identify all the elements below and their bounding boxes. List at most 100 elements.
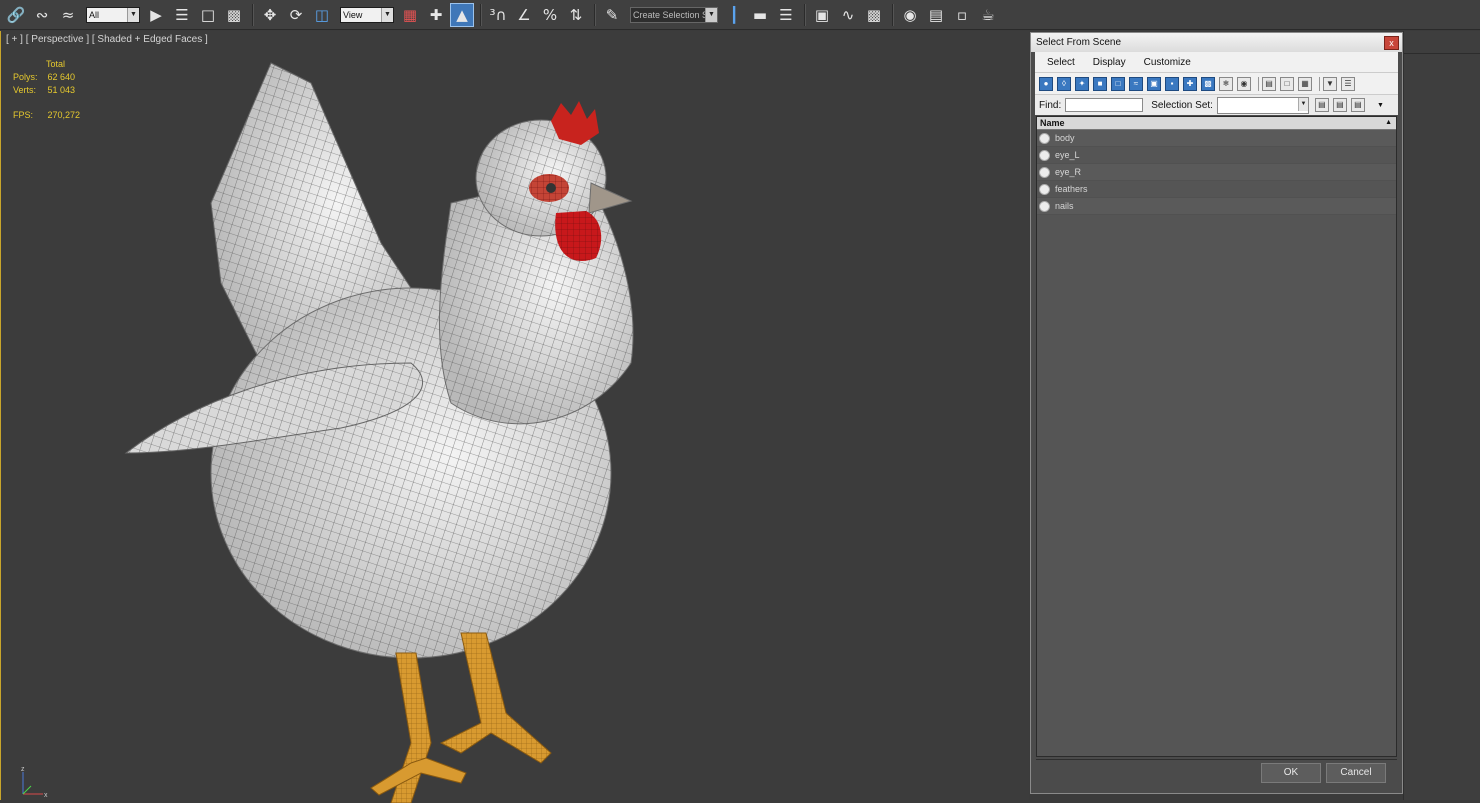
render-production-icon[interactable]: ☕ xyxy=(976,3,1000,27)
snaps-toggle-icon[interactable]: ³∩ xyxy=(486,3,510,27)
stats-verts-value: 51 043 xyxy=(47,85,76,95)
toolbar-divider xyxy=(480,3,482,26)
list-item-label: eye_L xyxy=(1055,150,1080,160)
axis-x-label: x xyxy=(44,792,48,799)
select-manipulate-icon[interactable]: ✚ xyxy=(424,3,448,27)
rectangular-region-icon[interactable]: □ xyxy=(196,3,220,27)
display-containers-icon[interactable]: ▩ xyxy=(1201,76,1215,91)
render-setup-icon[interactable]: ▤ xyxy=(924,3,948,27)
ok-button[interactable]: OK xyxy=(1261,763,1321,783)
stats-polys-label: Polys: xyxy=(13,72,38,82)
chevron-down-icon: ▼ xyxy=(705,7,717,22)
named-selection-set-dropdown[interactable]: Create Selection Se ▼ xyxy=(630,6,718,23)
perspective-viewport[interactable]: [ + ] [ Perspective ] [ Shaded + Edged F… xyxy=(0,31,1029,803)
display-shapes-icon[interactable]: ◊ xyxy=(1057,76,1071,91)
remove-from-selection-set-icon[interactable]: ▤ xyxy=(1350,98,1365,112)
display-spacewarps-icon[interactable]: ≈ xyxy=(1129,76,1143,91)
selection-set-dropdown[interactable]: ▼ xyxy=(1216,96,1309,114)
geometry-object-icon xyxy=(1039,149,1050,161)
select-all-icon[interactable]: ▤ xyxy=(1262,76,1276,91)
percent-snap-icon[interactable]: % xyxy=(538,3,562,27)
select-invert-icon[interactable]: ▦ xyxy=(1298,76,1312,91)
stats-polys-value: 62 640 xyxy=(47,72,76,82)
find-input[interactable] xyxy=(1065,98,1144,112)
select-by-name-icon[interactable]: ☰ xyxy=(170,3,194,27)
geometry-object-icon xyxy=(1039,132,1050,144)
list-item[interactable]: eye_L xyxy=(1037,147,1396,164)
menu-display[interactable]: Display xyxy=(1093,57,1126,68)
toolbar-divider xyxy=(804,3,806,26)
chevron-down-icon: ▼ xyxy=(1297,97,1308,111)
cancel-button[interactable]: Cancel xyxy=(1326,763,1386,783)
main-toolbar: 🔗 ∾ ≈ All ▼ ▶ ☰ □ ▩ ✥ ⟳ ◫ View ▼ ▦ ✚ ▲ ³… xyxy=(0,0,1480,30)
unlink-icon[interactable]: ∾ xyxy=(30,3,54,27)
edit-named-selection-icon[interactable]: ✎ xyxy=(600,3,624,27)
keyboard-shortcut-icon[interactable]: ▲ xyxy=(450,2,474,27)
display-frozen-icon[interactable]: ❄ xyxy=(1219,76,1233,91)
pivot-center-icon[interactable]: ▦ xyxy=(398,3,422,27)
rendered-frame-window-icon[interactable]: ▫ xyxy=(950,3,974,27)
scale-icon[interactable]: ◫ xyxy=(310,3,334,27)
stats-total-label: Total xyxy=(46,59,66,69)
add-to-selection-set-icon[interactable]: ▤ xyxy=(1332,98,1347,112)
dialog-title-bar[interactable]: Select From Scene x xyxy=(1031,33,1402,52)
schematic-view-icon[interactable]: ▩ xyxy=(862,3,886,27)
angle-snap-icon[interactable]: ∠ xyxy=(512,3,536,27)
layer-manager-icon[interactable]: ☰ xyxy=(774,3,798,27)
dialog-footer: OK Cancel xyxy=(1036,759,1397,790)
mirror-icon[interactable]: ┃ xyxy=(722,3,746,27)
material-editor-icon[interactable]: ◉ xyxy=(898,3,922,27)
dialog-menu-bar: Select Display Customize xyxy=(1035,52,1398,72)
display-helpers-icon[interactable]: □ xyxy=(1111,76,1125,91)
find-row: Find: Selection Set: ▼ ▤ ▤ ▤ ▼ xyxy=(1035,94,1398,115)
axis-tripod-icon: z x xyxy=(21,766,48,799)
sort-ascending-icon: ▲ xyxy=(1385,119,1392,126)
reference-coordinate-value: View xyxy=(343,9,363,20)
menu-select[interactable]: Select xyxy=(1047,57,1075,68)
move-icon[interactable]: ✥ xyxy=(258,3,282,27)
rotate-icon[interactable]: ⟳ xyxy=(284,3,308,27)
graphite-tools-icon[interactable]: ▣ xyxy=(810,3,834,27)
list-item-label: eye_R xyxy=(1055,167,1082,177)
selection-set-label: Selection Set: xyxy=(1151,99,1213,111)
bind-space-warp-icon[interactable]: ≈ xyxy=(56,3,80,27)
toolbar-divider xyxy=(594,3,596,26)
chicken-model[interactable] xyxy=(111,43,671,803)
window-crossing-icon[interactable]: ▩ xyxy=(222,3,246,27)
select-none-icon[interactable]: □ xyxy=(1280,76,1294,91)
spinner-snap-icon[interactable]: ⇅ xyxy=(564,3,588,27)
axis-z-label: z xyxy=(21,766,25,773)
close-button[interactable]: x xyxy=(1384,36,1399,50)
stats-verts-label: Verts: xyxy=(13,85,37,95)
scene-object-list[interactable]: Name ▲ body eye_L eye_R feathers nails xyxy=(1036,116,1397,757)
display-lights-icon[interactable]: ✦ xyxy=(1075,76,1089,91)
reference-coordinate-dropdown[interactable]: View ▼ xyxy=(340,6,394,23)
filter-settings-icon[interactable]: ☰ xyxy=(1341,76,1355,91)
filter-icon[interactable]: ▼ xyxy=(1323,76,1337,91)
list-item[interactable]: nails xyxy=(1037,198,1396,215)
list-item-label: body xyxy=(1055,133,1075,143)
display-groups-icon[interactable]: ▣ xyxy=(1147,76,1161,91)
dialog-title: Select From Scene xyxy=(1036,37,1122,48)
menu-customize[interactable]: Customize xyxy=(1144,57,1191,68)
display-bones-icon[interactable]: ✚ xyxy=(1183,76,1197,91)
chevron-down-icon[interactable]: ▼ xyxy=(1377,102,1384,109)
named-selection-set-value: Create Selection Se xyxy=(633,9,714,20)
list-item[interactable]: body xyxy=(1037,130,1396,147)
list-header-name[interactable]: Name ▲ xyxy=(1037,117,1396,130)
column-name-label: Name xyxy=(1040,118,1065,128)
geometry-object-icon xyxy=(1039,166,1050,178)
selection-filter-dropdown[interactable]: All ▼ xyxy=(86,6,140,23)
create-selection-set-icon[interactable]: ▤ xyxy=(1314,98,1329,112)
display-hidden-icon[interactable]: ◉ xyxy=(1237,76,1251,91)
toolbar-divider xyxy=(892,3,894,26)
list-item[interactable]: feathers xyxy=(1037,181,1396,198)
list-item[interactable]: eye_R xyxy=(1037,164,1396,181)
select-object-icon[interactable]: ▶ xyxy=(144,3,168,27)
link-icon[interactable]: 🔗 xyxy=(4,3,28,27)
curve-editor-icon[interactable]: ∿ xyxy=(836,3,860,27)
display-geometry-icon[interactable]: ● xyxy=(1039,76,1053,91)
display-cameras-icon[interactable]: ■ xyxy=(1093,76,1107,91)
display-xrefs-icon[interactable]: ▪ xyxy=(1165,76,1179,91)
align-icon[interactable]: ▬ xyxy=(748,3,772,27)
